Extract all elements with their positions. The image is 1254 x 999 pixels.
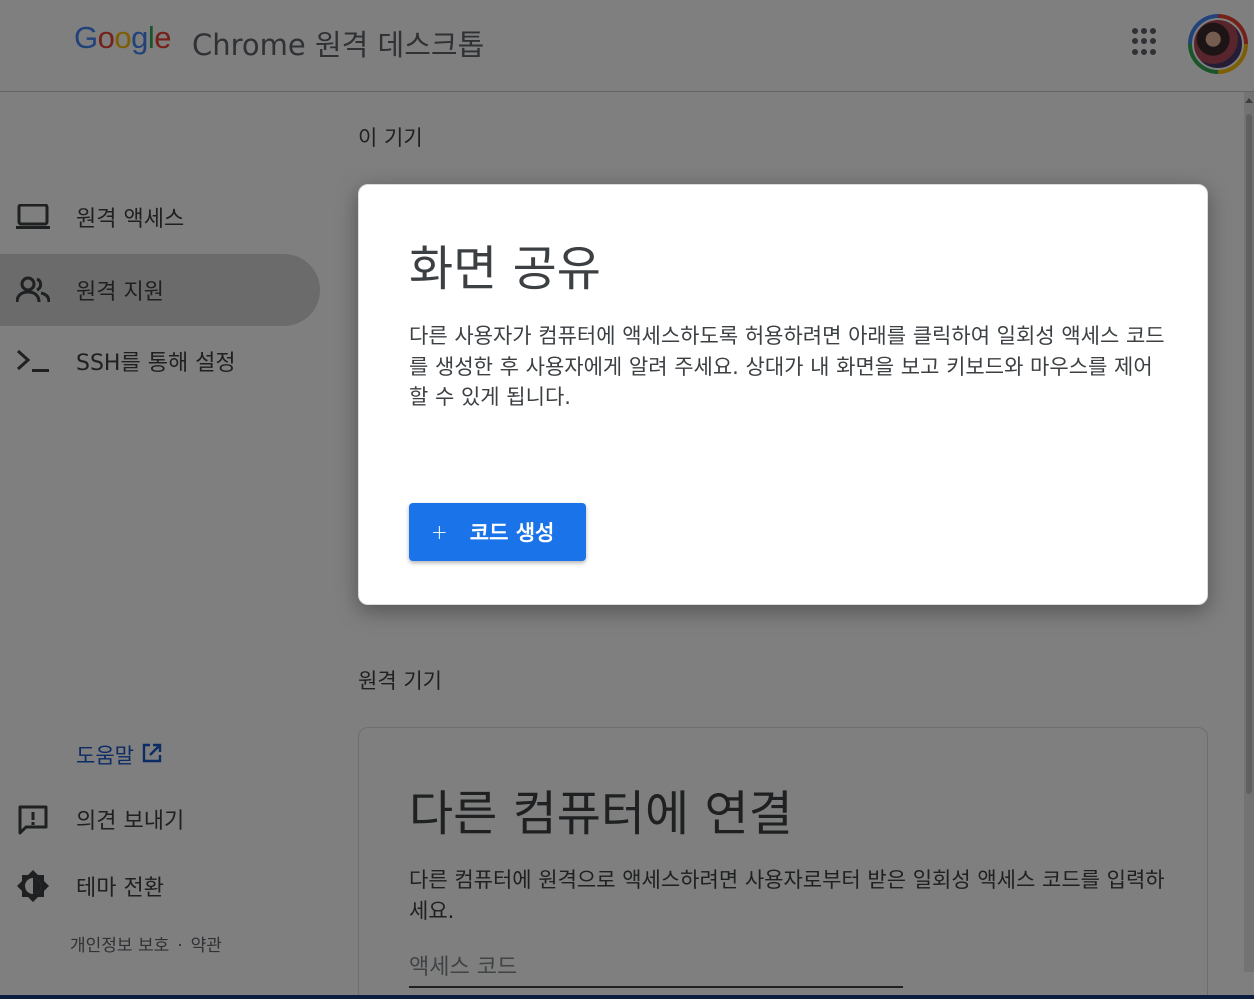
plus-icon: +: [431, 520, 448, 544]
share-title: 화면 공유: [409, 241, 601, 297]
generate-code-label: 코드 생성: [469, 521, 555, 545]
share-description: 다른 사용자가 컴퓨터에 액세스하도록 허용하려면 아래를 클릭하여 일회성 액…: [409, 324, 1165, 409]
share-screen-card: 화면 공유 다른 사용자가 컴퓨터에 액세스하도록 허용하려면 아래를 클릭하여…: [358, 184, 1208, 605]
generate-code-button[interactable]: + 코드 생성: [409, 503, 586, 561]
